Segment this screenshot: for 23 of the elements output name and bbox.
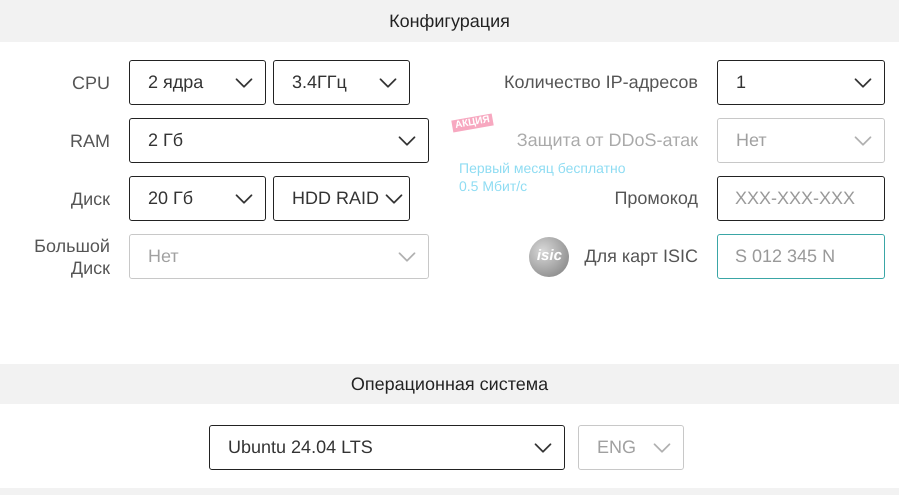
dropdown-select[interactable]: Ubuntu 24.04 LTS <box>209 425 565 470</box>
text-input-field[interactable]: XXX-XXX-XXX <box>717 176 885 221</box>
text-input-field[interactable]: S 012 345 N <box>717 234 885 279</box>
section-title: Операционная система <box>350 372 548 396</box>
field-label: Количество IP-адресов <box>504 71 698 94</box>
field-label: Промокод <box>614 187 698 210</box>
dropdown-select[interactable]: 1 <box>717 60 885 105</box>
field-label: Большой Диск <box>33 234 110 278</box>
field-label: Для карт ISIC <box>584 245 698 268</box>
isic-logo-icon: isic <box>529 236 570 276</box>
field-label: RAM <box>69 130 110 152</box>
dropdown-select[interactable]: 2 ядра <box>129 60 266 105</box>
field-label: Диск <box>70 188 110 210</box>
dropdown-select[interactable]: 2 Гб <box>129 118 429 163</box>
dropdown-select[interactable]: 3.4ГГц <box>273 60 410 105</box>
dropdown-select[interactable]: HDD RAID <box>273 176 410 221</box>
field-label: Защита от DDoS-атак <box>516 129 698 152</box>
dropdown-select[interactable]: 20 Гб <box>129 176 266 221</box>
promo-note: 0.5 Мбит/с <box>459 177 528 195</box>
promo-badge: АКЦИЯ <box>451 114 494 132</box>
section-title: Конфигурация <box>389 10 510 33</box>
promo-note: Первый месяц бесплатно <box>459 159 626 177</box>
field-label: CPU <box>70 72 110 94</box>
